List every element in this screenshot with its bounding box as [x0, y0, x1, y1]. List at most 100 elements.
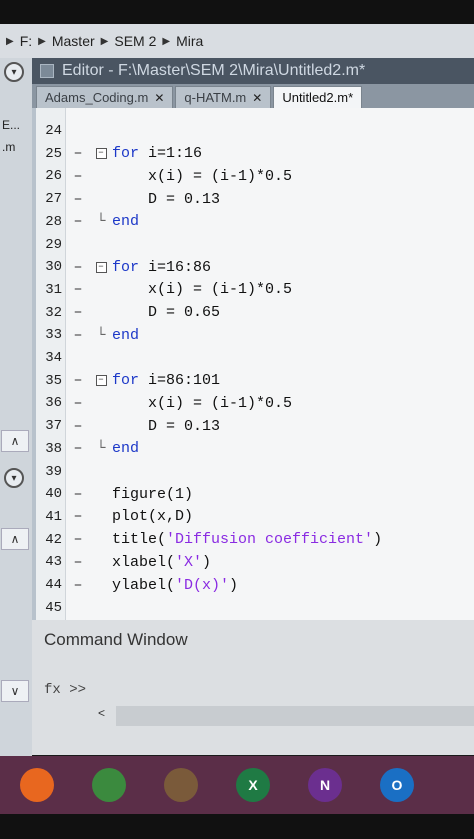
line-number: 30 — [45, 259, 62, 276]
chevron-down-icon[interactable]: ∨ — [1, 680, 29, 702]
code-line[interactable]: 43– xlabel('X') — [36, 551, 474, 573]
panel-menu-icon[interactable]: ▾ — [4, 62, 24, 82]
excel-icon: X — [236, 768, 270, 802]
breakpoint-marker[interactable]: – — [66, 418, 90, 435]
code-text: xlabel('X') — [112, 553, 212, 571]
file-item-label[interactable]: E... — [2, 118, 20, 132]
code-line[interactable]: 38– └ end — [36, 438, 474, 460]
chevron-left-icon[interactable]: < — [98, 706, 105, 720]
chevron-right-icon: ▶ — [38, 35, 46, 47]
tab-untitled2[interactable]: Untitled2.m* — [273, 86, 363, 108]
breadcrumb-master[interactable]: Master — [52, 33, 95, 49]
code-line[interactable]: 40– figure(1) — [36, 483, 474, 505]
taskbar-app-button[interactable] — [4, 760, 70, 810]
chevron-up-icon[interactable]: ∧ — [1, 430, 29, 452]
editor-titlebar: Editor - F:\Master\SEM 2\Mira\Untitled2.… — [32, 58, 474, 84]
code-line[interactable]: 26– x(i) = (i-1)*0.5 — [36, 165, 474, 187]
code-text: end — [112, 327, 139, 344]
code-line[interactable]: 32– D = 0.65 — [36, 302, 474, 324]
code-line[interactable]: 29 — [36, 234, 474, 256]
line-number: 26 — [45, 168, 62, 185]
breakpoint-marker[interactable]: – — [66, 168, 90, 185]
chevron-up-icon[interactable]: ∧ — [1, 528, 29, 550]
command-window[interactable]: Command Window fx >> < — [32, 620, 474, 755]
chrome-icon — [92, 768, 126, 802]
breakpoint-marker[interactable]: – — [66, 259, 90, 276]
breakpoint-marker[interactable]: – — [66, 577, 90, 594]
breadcrumb-sem2[interactable]: SEM 2 — [114, 33, 156, 49]
breakpoint-marker[interactable]: – — [66, 304, 90, 321]
tab-adams-coding[interactable]: Adams_Coding.m ✕ — [36, 86, 174, 108]
taskbar-app-button[interactable]: X — [220, 760, 286, 810]
close-icon[interactable]: ✕ — [154, 91, 164, 105]
keyword: end — [112, 213, 140, 231]
code-text: x(i) = (i-1)*0.5 — [112, 281, 293, 299]
code-line[interactable]: 45 — [36, 597, 474, 619]
code-line[interactable]: 44– ylabel('D(x)') — [36, 574, 474, 596]
code-line[interactable]: 28– └ end — [36, 211, 474, 233]
tab-q-hatm[interactable]: q-HATM.m ✕ — [175, 86, 272, 108]
line-number: 25 — [45, 145, 62, 162]
line-number: 44 — [45, 577, 62, 593]
code-line[interactable]: 31– x(i) = (i-1)*0.5 — [36, 279, 474, 301]
horizontal-scrollbar[interactable] — [116, 706, 474, 726]
breakpoint-marker[interactable]: – — [66, 191, 90, 208]
taskbar-app-button[interactable] — [148, 760, 214, 810]
tab-label: Adams_Coding.m — [45, 90, 149, 105]
breakpoint-marker[interactable]: – — [66, 486, 90, 503]
code-line[interactable]: 30– − for i=16:86 — [36, 256, 474, 278]
breadcrumb-mira[interactable]: Mira — [176, 33, 203, 49]
code-line[interactable]: 37– D = 0.13 — [36, 415, 474, 437]
code-text: end — [112, 440, 139, 457]
breakpoint-marker[interactable]: – — [66, 213, 90, 230]
code-line[interactable]: 27– D = 0.13 — [36, 188, 474, 210]
line-number: 33 — [45, 327, 62, 344]
code-text: for i=1:16 — [112, 145, 203, 163]
close-icon[interactable]: ✕ — [252, 91, 262, 105]
code-line[interactable]: 25– − for i=1:16 — [36, 143, 474, 165]
editor-title: Editor - F:\Master\SEM 2\Mira\Untitled2.… — [62, 62, 366, 79]
code-line[interactable]: 35– − for i=86:101 — [36, 370, 474, 392]
code-line[interactable]: 36– x(i) = (i-1)*0.5 — [36, 392, 474, 414]
taskbar-app-button[interactable]: O — [364, 760, 430, 810]
code-line[interactable]: 33– └ end — [36, 324, 474, 346]
code-text: for i=16:86 — [112, 258, 212, 276]
keyword: end — [112, 440, 140, 458]
breakpoint-marker[interactable]: – — [66, 145, 90, 162]
breakpoint-marker[interactable]: – — [66, 281, 90, 298]
line-number: 45 — [45, 599, 62, 616]
breakpoint-marker[interactable]: – — [66, 531, 90, 548]
line-number: 40 — [45, 486, 62, 503]
breakpoint-marker[interactable]: – — [66, 508, 90, 525]
breakpoint-marker[interactable]: – — [66, 554, 90, 571]
taskbar: XNO — [0, 756, 474, 814]
code-line[interactable]: 39 — [36, 461, 474, 483]
keyword: for — [112, 145, 140, 163]
fold-collapse-icon[interactable]: − — [90, 375, 112, 387]
breakpoint-marker[interactable]: – — [66, 372, 90, 389]
breakpoint-marker[interactable]: – — [66, 395, 90, 412]
taskbar-app-button[interactable]: N — [292, 760, 358, 810]
code-text: plot(x,D) — [112, 508, 194, 526]
breakpoint-marker[interactable]: – — [66, 327, 90, 344]
code-text: x(i) = (i-1)*0.5 — [112, 167, 293, 185]
file-item-label[interactable]: .m — [2, 140, 15, 154]
command-window-title: Command Window — [44, 630, 188, 649]
breadcrumb-drive[interactable]: F: — [20, 33, 32, 49]
code-line[interactable]: 41– plot(x,D) — [36, 506, 474, 528]
fold-collapse-icon[interactable]: − — [90, 261, 112, 273]
breakpoint-marker[interactable]: – — [66, 440, 90, 457]
code-line[interactable]: 42– title('Diffusion coefficient') — [36, 529, 474, 551]
code-line[interactable]: 34 — [36, 347, 474, 369]
breadcrumb[interactable]: ▶ F: ▶ Master ▶ SEM 2 ▶ Mira — [0, 24, 474, 58]
line-number: 35 — [45, 372, 62, 389]
fold-collapse-icon[interactable]: − — [90, 148, 112, 160]
taskbar-app-button[interactable] — [76, 760, 142, 810]
firefox-icon — [20, 768, 54, 802]
code-text: x(i) = (i-1)*0.5 — [112, 394, 293, 412]
chevron-right-icon: ▶ — [100, 35, 109, 47]
command-prompt[interactable]: fx >> — [44, 682, 86, 698]
code-line[interactable]: 24 — [36, 120, 474, 142]
panel-menu-icon[interactable]: ▾ — [4, 468, 24, 488]
code-editor[interactable]: 24 25– − for i=1:16 26– x(i) = (i-1)*0.5 27– … — [32, 108, 474, 620]
